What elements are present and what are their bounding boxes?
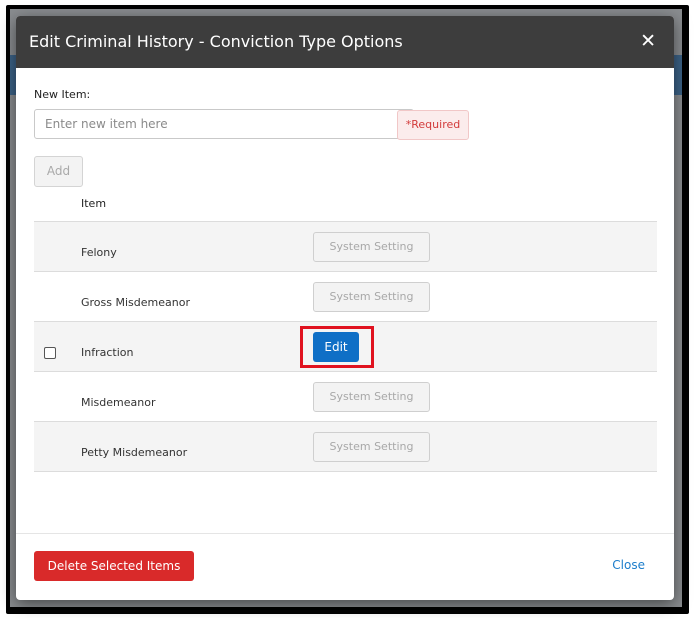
row-select-checkbox[interactable] xyxy=(44,347,56,359)
column-header-item: Item xyxy=(81,197,107,210)
item-name: Misdemeanor xyxy=(81,396,156,409)
system-setting-button: System Setting xyxy=(313,282,430,312)
footer-divider xyxy=(16,533,674,534)
item-name: Infraction xyxy=(81,346,134,359)
delete-selected-button[interactable]: Delete Selected Items xyxy=(34,551,194,581)
modal-title: Edit Criminal History - Conviction Type … xyxy=(29,32,403,51)
add-button[interactable]: Add xyxy=(34,156,83,187)
close-icon[interactable]: ✕ xyxy=(640,31,656,51)
close-link[interactable]: Close xyxy=(612,558,645,572)
required-badge: *Required xyxy=(397,110,469,140)
system-setting-button: System Setting xyxy=(313,432,430,462)
table-header: Item xyxy=(34,193,657,222)
item-name: Felony xyxy=(81,246,117,259)
table-row: Infraction Edit xyxy=(34,322,657,372)
new-item-input[interactable] xyxy=(34,109,414,139)
new-item-label: New Item: xyxy=(34,88,91,101)
modal-header: Edit Criminal History - Conviction Type … xyxy=(16,16,674,68)
system-setting-button: System Setting xyxy=(313,382,430,412)
system-setting-button: System Setting xyxy=(313,232,430,262)
edit-options-modal: Edit Criminal History - Conviction Type … xyxy=(16,16,674,600)
items-table: Item Felony System Setting Gross Misdeme… xyxy=(34,193,657,472)
edit-button[interactable]: Edit xyxy=(313,332,359,362)
table-row: Felony System Setting xyxy=(34,222,657,272)
item-name: Gross Misdemeanor xyxy=(81,296,190,309)
table-row: Misdemeanor System Setting xyxy=(34,372,657,422)
item-name: Petty Misdemeanor xyxy=(81,446,188,459)
table-row: Gross Misdemeanor System Setting xyxy=(34,272,657,322)
table-row: Petty Misdemeanor System Setting xyxy=(34,422,657,472)
